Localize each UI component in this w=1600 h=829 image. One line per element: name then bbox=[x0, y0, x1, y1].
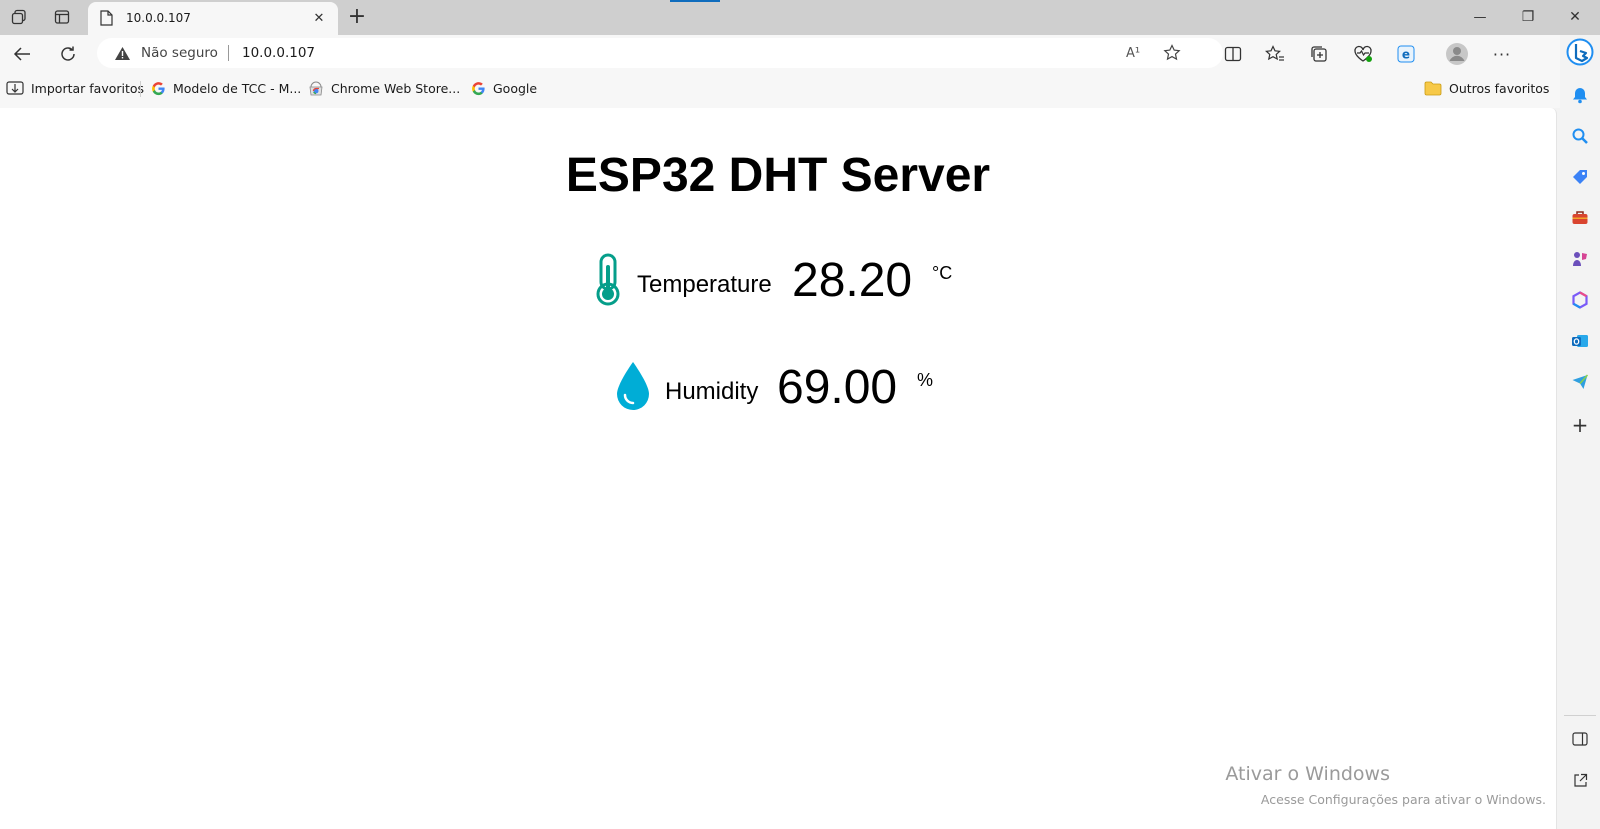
open-external-icon[interactable] bbox=[1568, 768, 1592, 792]
copilot-icon[interactable] bbox=[1565, 37, 1595, 67]
workspaces-icon[interactable] bbox=[8, 6, 30, 28]
humidity-label: Humidity bbox=[665, 378, 759, 405]
add-favorite-icon[interactable] bbox=[1161, 42, 1183, 64]
hide-sidebar-icon[interactable] bbox=[1568, 727, 1592, 751]
read-aloud-icon[interactable]: A¹ bbox=[1122, 42, 1144, 64]
chrome-web-store-icon bbox=[308, 81, 324, 96]
edge-ie-mode-icon[interactable]: e bbox=[1393, 41, 1419, 67]
google-icon bbox=[471, 81, 486, 96]
url-text[interactable]: 10.0.0.107 bbox=[242, 45, 315, 61]
split-screen-icon[interactable] bbox=[1220, 41, 1246, 67]
thermometer-icon bbox=[595, 253, 625, 309]
favorite-chrome-web-store[interactable]: Chrome Web Store... bbox=[308, 77, 460, 99]
favorites-divider bbox=[140, 81, 141, 97]
address-divider bbox=[228, 45, 229, 61]
tab-active[interactable]: 10.0.0.107 ✕ bbox=[88, 2, 338, 35]
humidity-unit: % bbox=[917, 370, 934, 390]
favorites-icon[interactable] bbox=[1262, 41, 1288, 67]
favorites-bar: Importar favoritos Modelo de TCC - M... … bbox=[0, 72, 1560, 108]
activation-watermark-title: Ativar o Windows bbox=[1225, 763, 1390, 785]
tab-strip: 10.0.0.107 ✕ + — ❐ ✕ bbox=[0, 0, 1600, 35]
drop-icon[interactable] bbox=[1568, 370, 1592, 394]
games-icon[interactable] bbox=[1568, 247, 1592, 271]
more-options-icon[interactable]: ··· bbox=[1489, 41, 1515, 67]
refresh-icon[interactable] bbox=[55, 41, 81, 67]
tab-actions-icon[interactable] bbox=[51, 6, 73, 28]
tab-title: 10.0.0.107 bbox=[126, 11, 191, 25]
other-favorites[interactable]: Outros favoritos bbox=[1424, 77, 1549, 99]
temperature-value: 28.20 bbox=[792, 254, 913, 307]
tab-close-icon[interactable]: ✕ bbox=[310, 9, 328, 27]
other-favorites-label: Outros favoritos bbox=[1449, 80, 1550, 96]
import-icon bbox=[6, 80, 24, 96]
favorite-label: Modelo de TCC - M... bbox=[173, 80, 302, 96]
new-tab-button[interactable]: + bbox=[345, 4, 369, 29]
favorite-modelo-tcc[interactable]: Modelo de TCC - M... bbox=[151, 77, 301, 99]
google-icon bbox=[151, 81, 166, 96]
microsoft-365-icon[interactable] bbox=[1568, 288, 1592, 312]
address-bar[interactable]: Não seguro 10.0.0.107 A¹ bbox=[97, 38, 1223, 68]
shopping-tag-icon[interactable] bbox=[1568, 165, 1592, 189]
notifications-icon[interactable] bbox=[1568, 83, 1592, 107]
add-sidebar-app-icon[interactable]: + bbox=[1568, 413, 1592, 437]
tools-icon[interactable] bbox=[1568, 206, 1592, 230]
svg-text:e: e bbox=[1402, 48, 1410, 62]
favorite-label: Google bbox=[493, 80, 538, 96]
folder-icon bbox=[1424, 81, 1442, 96]
favorite-label: Importar favoritos bbox=[31, 80, 145, 96]
favorite-google[interactable]: Google bbox=[471, 77, 537, 99]
sidebar-divider bbox=[1564, 715, 1596, 716]
favorite-label: Chrome Web Store... bbox=[331, 80, 461, 96]
outlook-icon[interactable] bbox=[1568, 329, 1592, 353]
warning-icon[interactable] bbox=[113, 45, 131, 61]
restore-button[interactable]: ❐ bbox=[1513, 6, 1543, 28]
back-icon[interactable] bbox=[9, 41, 35, 67]
drag-accent bbox=[670, 0, 720, 2]
profile-avatar[interactable] bbox=[1443, 40, 1471, 68]
humidity-drop-icon bbox=[614, 360, 652, 412]
security-label[interactable]: Não seguro bbox=[141, 45, 218, 61]
temperature-unit: °C bbox=[932, 263, 953, 283]
browser-essentials-icon[interactable] bbox=[1350, 41, 1376, 67]
page-content: ESP32 DHT Server Temperature 28.20 °C Hu… bbox=[0, 108, 1557, 829]
page-icon bbox=[97, 9, 115, 27]
minimize-button[interactable]: — bbox=[1465, 6, 1495, 28]
activation-watermark-text: Acesse Configurações para ativar o Windo… bbox=[1260, 792, 1546, 807]
humidity-value: 69.00 bbox=[777, 361, 898, 414]
favorite-import[interactable]: Importar favoritos bbox=[6, 77, 144, 99]
collections-icon[interactable] bbox=[1306, 41, 1332, 67]
close-window-button[interactable]: ✕ bbox=[1560, 6, 1590, 28]
edge-sidebar: + bbox=[1560, 35, 1600, 829]
temperature-label: Temperature bbox=[637, 271, 772, 298]
page-title: ESP32 DHT Server bbox=[565, 149, 991, 202]
search-icon[interactable] bbox=[1568, 124, 1592, 148]
